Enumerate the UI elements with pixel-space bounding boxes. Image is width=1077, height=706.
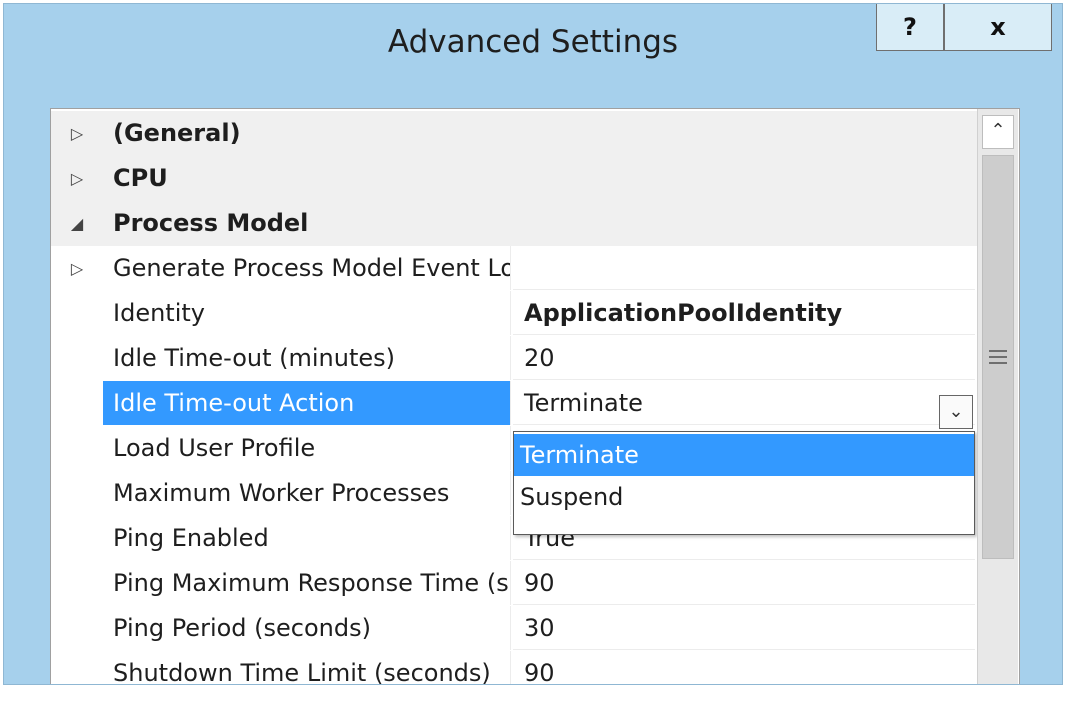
category-label: Process Model bbox=[113, 209, 309, 237]
category-label: (General) bbox=[113, 119, 241, 147]
property-row-selected[interactable]: Idle Time-out Action Terminate bbox=[51, 381, 977, 426]
expand-triangle-icon[interactable]: ▷ bbox=[51, 246, 103, 291]
property-row[interactable]: ▷ Generate Process Model Event Log Entry bbox=[51, 246, 977, 291]
property-row[interactable]: Idle Time-out (minutes) 20 bbox=[51, 336, 977, 381]
dropdown-option-terminate[interactable]: Terminate bbox=[514, 434, 974, 476]
category-label: CPU bbox=[113, 164, 168, 192]
property-name[interactable]: Idle Time-out (minutes) bbox=[103, 336, 511, 380]
property-value[interactable]: ApplicationPoolIdentity bbox=[513, 291, 975, 335]
idle-timeout-action-combobox[interactable]: Terminate bbox=[513, 381, 975, 425]
category-row-cpu[interactable]: ▷ CPU bbox=[51, 156, 977, 201]
property-name[interactable]: Generate Process Model Event Log Entry bbox=[103, 246, 511, 290]
property-grid: ▷ (General) ▷ CPU ◢ Process Model ▷ Gene… bbox=[50, 108, 1020, 684]
property-value[interactable]: 90 bbox=[513, 561, 975, 605]
property-name[interactable]: Ping Enabled bbox=[103, 516, 511, 560]
property-value[interactable]: 30 bbox=[513, 606, 975, 650]
property-name[interactable]: Maximum Worker Processes bbox=[103, 471, 511, 515]
category-row-process-model[interactable]: ◢ Process Model bbox=[51, 201, 977, 246]
chevron-down-icon[interactable]: ⌄ bbox=[939, 395, 973, 429]
property-value[interactable] bbox=[513, 246, 975, 290]
idle-timeout-action-dropdown: Terminate Suspend bbox=[513, 431, 975, 535]
vertical-scrollbar[interactable]: ⌃ bbox=[977, 109, 1018, 684]
dropdown-option-suspend[interactable]: Suspend bbox=[514, 476, 974, 518]
collapse-triangle-icon[interactable]: ◢ bbox=[51, 201, 103, 246]
property-name[interactable]: Ping Period (seconds) bbox=[103, 606, 511, 650]
property-name[interactable]: Load User Profile bbox=[103, 426, 511, 470]
chevron-up-icon[interactable]: ⌃ bbox=[982, 115, 1014, 149]
property-row[interactable]: Ping Maximum Response Time (seconds) 90 bbox=[51, 561, 977, 606]
expand-triangle-icon[interactable]: ▷ bbox=[51, 111, 103, 156]
property-row[interactable]: Ping Period (seconds) 30 bbox=[51, 606, 977, 651]
expand-triangle-icon[interactable]: ▷ bbox=[51, 156, 103, 201]
property-row[interactable]: Identity ApplicationPoolIdentity bbox=[51, 291, 977, 336]
close-button[interactable]: x bbox=[944, 4, 1052, 51]
property-name[interactable]: Identity bbox=[103, 291, 511, 335]
property-name[interactable]: Ping Maximum Response Time (seconds) bbox=[103, 561, 511, 605]
property-value[interactable]: 20 bbox=[513, 336, 975, 380]
property-row[interactable]: Shutdown Time Limit (seconds) 90 bbox=[51, 651, 977, 684]
property-name[interactable]: Idle Time-out Action bbox=[103, 381, 511, 425]
grip-icon bbox=[989, 350, 1007, 364]
help-button[interactable]: ? bbox=[876, 4, 944, 51]
advanced-settings-dialog: Advanced Settings ? x ▷ (General) ▷ CPU … bbox=[3, 3, 1063, 685]
property-value[interactable]: 90 bbox=[513, 651, 975, 684]
property-name[interactable]: Shutdown Time Limit (seconds) bbox=[103, 651, 511, 684]
scroll-thumb[interactable] bbox=[982, 155, 1014, 559]
category-row-general[interactable]: ▷ (General) bbox=[51, 111, 977, 156]
